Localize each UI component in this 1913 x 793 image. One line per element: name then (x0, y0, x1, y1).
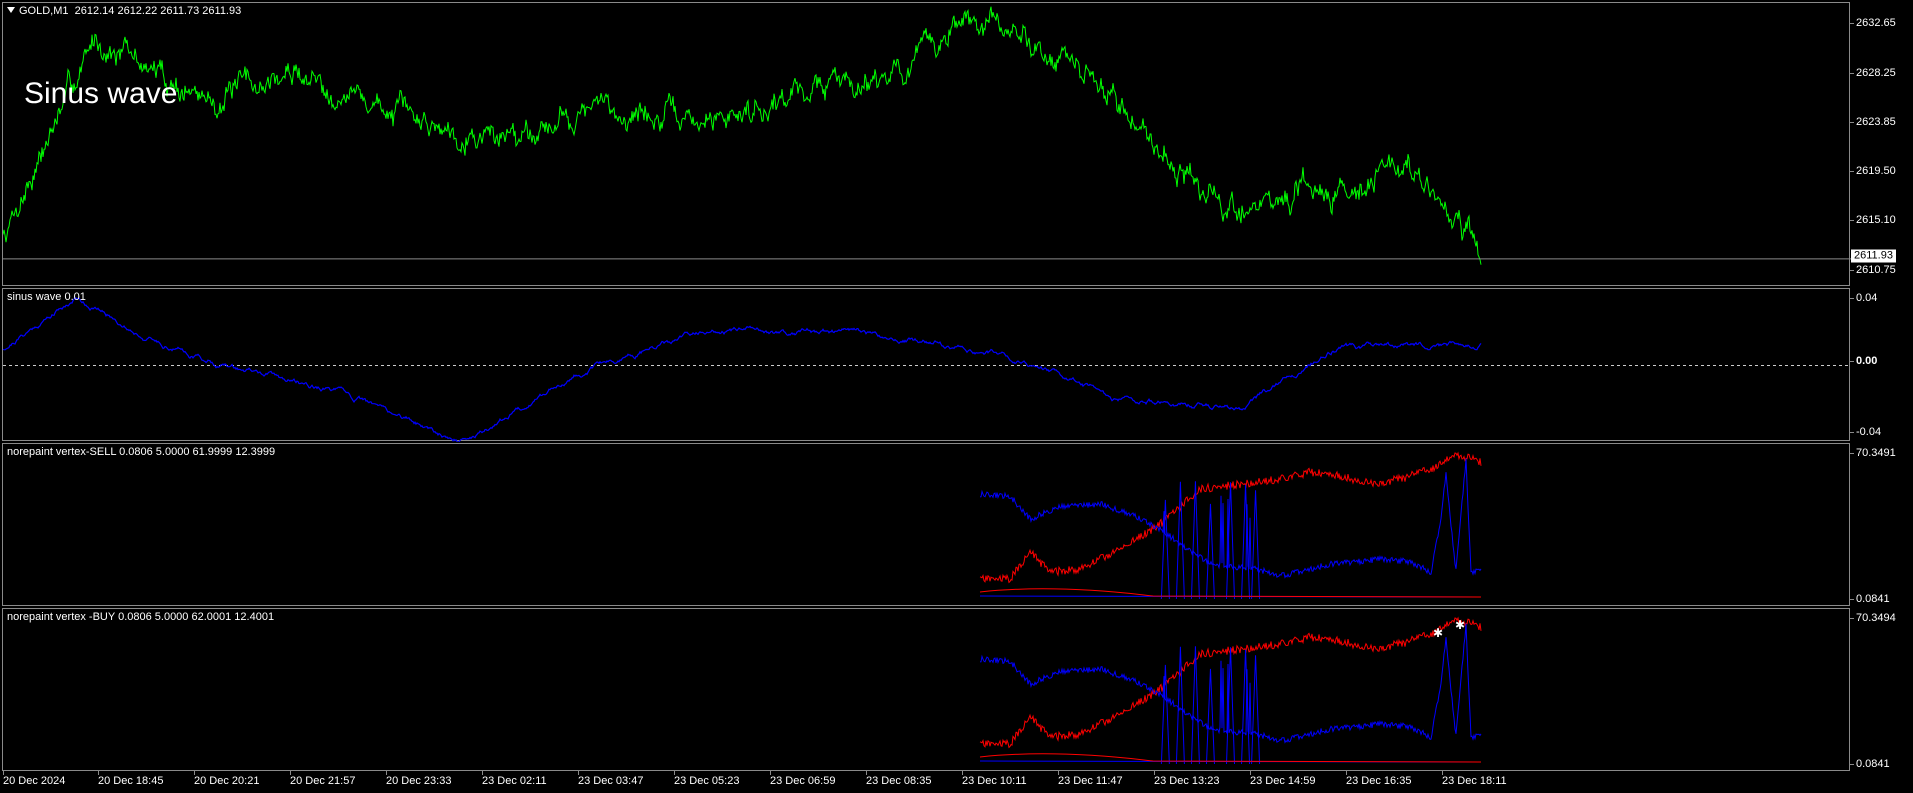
sinus-y-axis[interactable]: 0.04 0.00 -0.04 (1850, 288, 1913, 441)
y-tick-label: 2610.75 (1850, 264, 1896, 276)
x-tick-label: 23 Dec 16:35 (1346, 771, 1411, 787)
sinus-indicator-label: sinus wave 0.01 (7, 291, 86, 303)
sinus-wave-pane[interactable]: sinus wave 0.01 (2, 288, 1851, 442)
y-tick-label: 0.04 (1850, 292, 1877, 304)
x-tick-label: 23 Dec 06:59 (770, 771, 835, 787)
x-tick-label: 23 Dec 11:47 (1058, 771, 1123, 787)
y-tick-label: -0.04 (1850, 426, 1881, 438)
y-tick-label: 2615.10 (1850, 214, 1896, 226)
y-tick-label: 70.3494 (1850, 612, 1896, 624)
price-chart-pane[interactable]: GOLD,M1 2612.14 2612.22 2611.73 2611.93 … (2, 2, 1851, 286)
x-tick-label: 20 Dec 18:45 (98, 771, 163, 787)
buy-indicator-label: norepaint vertex -BUY 0.0806 5.0000 62.0… (7, 611, 275, 623)
y-tick-label: 2619.50 (1850, 165, 1896, 177)
y-tick-label: 0.0841 (1850, 758, 1890, 770)
vertex-buy-pane[interactable]: ✱ ✱ norepaint vertex -BUY 0.0806 5.0000 6… (2, 608, 1850, 771)
signal-star-icon: ✱ (1455, 618, 1465, 632)
vertex-sell-pane[interactable]: norepaint vertex-SELL 0.0806 5.0000 61.9… (2, 443, 1850, 606)
blue-spike (1241, 649, 1251, 765)
sinus-wave-label: Sinus wave (24, 77, 178, 110)
x-tick-label: 23 Dec 03:47 (578, 771, 643, 787)
blue-spike (1175, 481, 1185, 600)
time-x-axis[interactable]: 20 Dec 2024 20 Dec 18:45 20 Dec 20:21 20… (0, 771, 1913, 793)
blue-spike (1241, 484, 1251, 600)
y-tick-label: 70.3491 (1850, 447, 1896, 459)
x-tick-label: 23 Dec 10:11 (962, 771, 1027, 787)
y-tick-label: 0.00 (1850, 355, 1877, 367)
sell-indicator-label: norepaint vertex-SELL 0.0806 5.0000 61.9… (7, 446, 276, 458)
sell-y-axis[interactable]: 70.3491 0.0841 (1850, 443, 1913, 606)
x-tick-label: 20 Dec 2024 (3, 771, 65, 787)
sinus-wave-svg (3, 297, 1851, 442)
price-chart-svg (3, 6, 1851, 265)
dropdown-arrow-icon[interactable] (7, 7, 15, 13)
sinus-wave-line (3, 297, 1482, 442)
blue-spike (1160, 499, 1170, 600)
blue-spike (1205, 668, 1215, 765)
x-tick-label: 20 Dec 23:33 (386, 771, 451, 787)
ohlc-values: 2612.14 2612.22 2611.73 2611.93 (74, 5, 242, 17)
symbol-header: GOLD,M1 2612.14 2612.22 2611.73 2611.93 (7, 5, 241, 17)
x-tick-label: 20 Dec 20:21 (194, 771, 259, 787)
blue-spike (1205, 503, 1215, 600)
blue-spike (1175, 646, 1185, 765)
price-y-axis[interactable]: 2632.65 2628.25 2623.85 2619.50 2615.10 … (1850, 2, 1913, 286)
blue-spike (1251, 655, 1261, 765)
y-tick-label: 0.0841 (1850, 593, 1890, 605)
blue-spike (1251, 490, 1261, 600)
vertex-sell-svg (979, 451, 1482, 600)
symbol-name: GOLD,M1 (19, 5, 69, 17)
price-line (3, 6, 1482, 265)
y-tick-label: 2623.85 (1850, 116, 1896, 128)
y-tick-label: 2632.65 (1850, 17, 1896, 29)
x-tick-label: 23 Dec 02:11 (482, 771, 547, 787)
x-tick-label: 23 Dec 05:23 (674, 771, 739, 787)
signal-star-icon: ✱ (1433, 626, 1443, 640)
blue-spike (1160, 664, 1170, 765)
y-tick-label: 2628.25 (1850, 67, 1896, 79)
x-tick-label: 23 Dec 14:59 (1250, 771, 1315, 787)
buy-y-axis[interactable]: 70.3494 0.0841 (1850, 608, 1913, 771)
x-tick-label: 23 Dec 08:35 (866, 771, 931, 787)
x-tick-label: 23 Dec 13:23 (1154, 771, 1219, 787)
vertex-buy-svg: ✱✱ (979, 616, 1482, 765)
x-tick-label: 23 Dec 18:11 (1442, 771, 1507, 787)
current-price-box: 2611.93 (1851, 249, 1896, 263)
x-tick-label: 20 Dec 21:57 (290, 771, 355, 787)
